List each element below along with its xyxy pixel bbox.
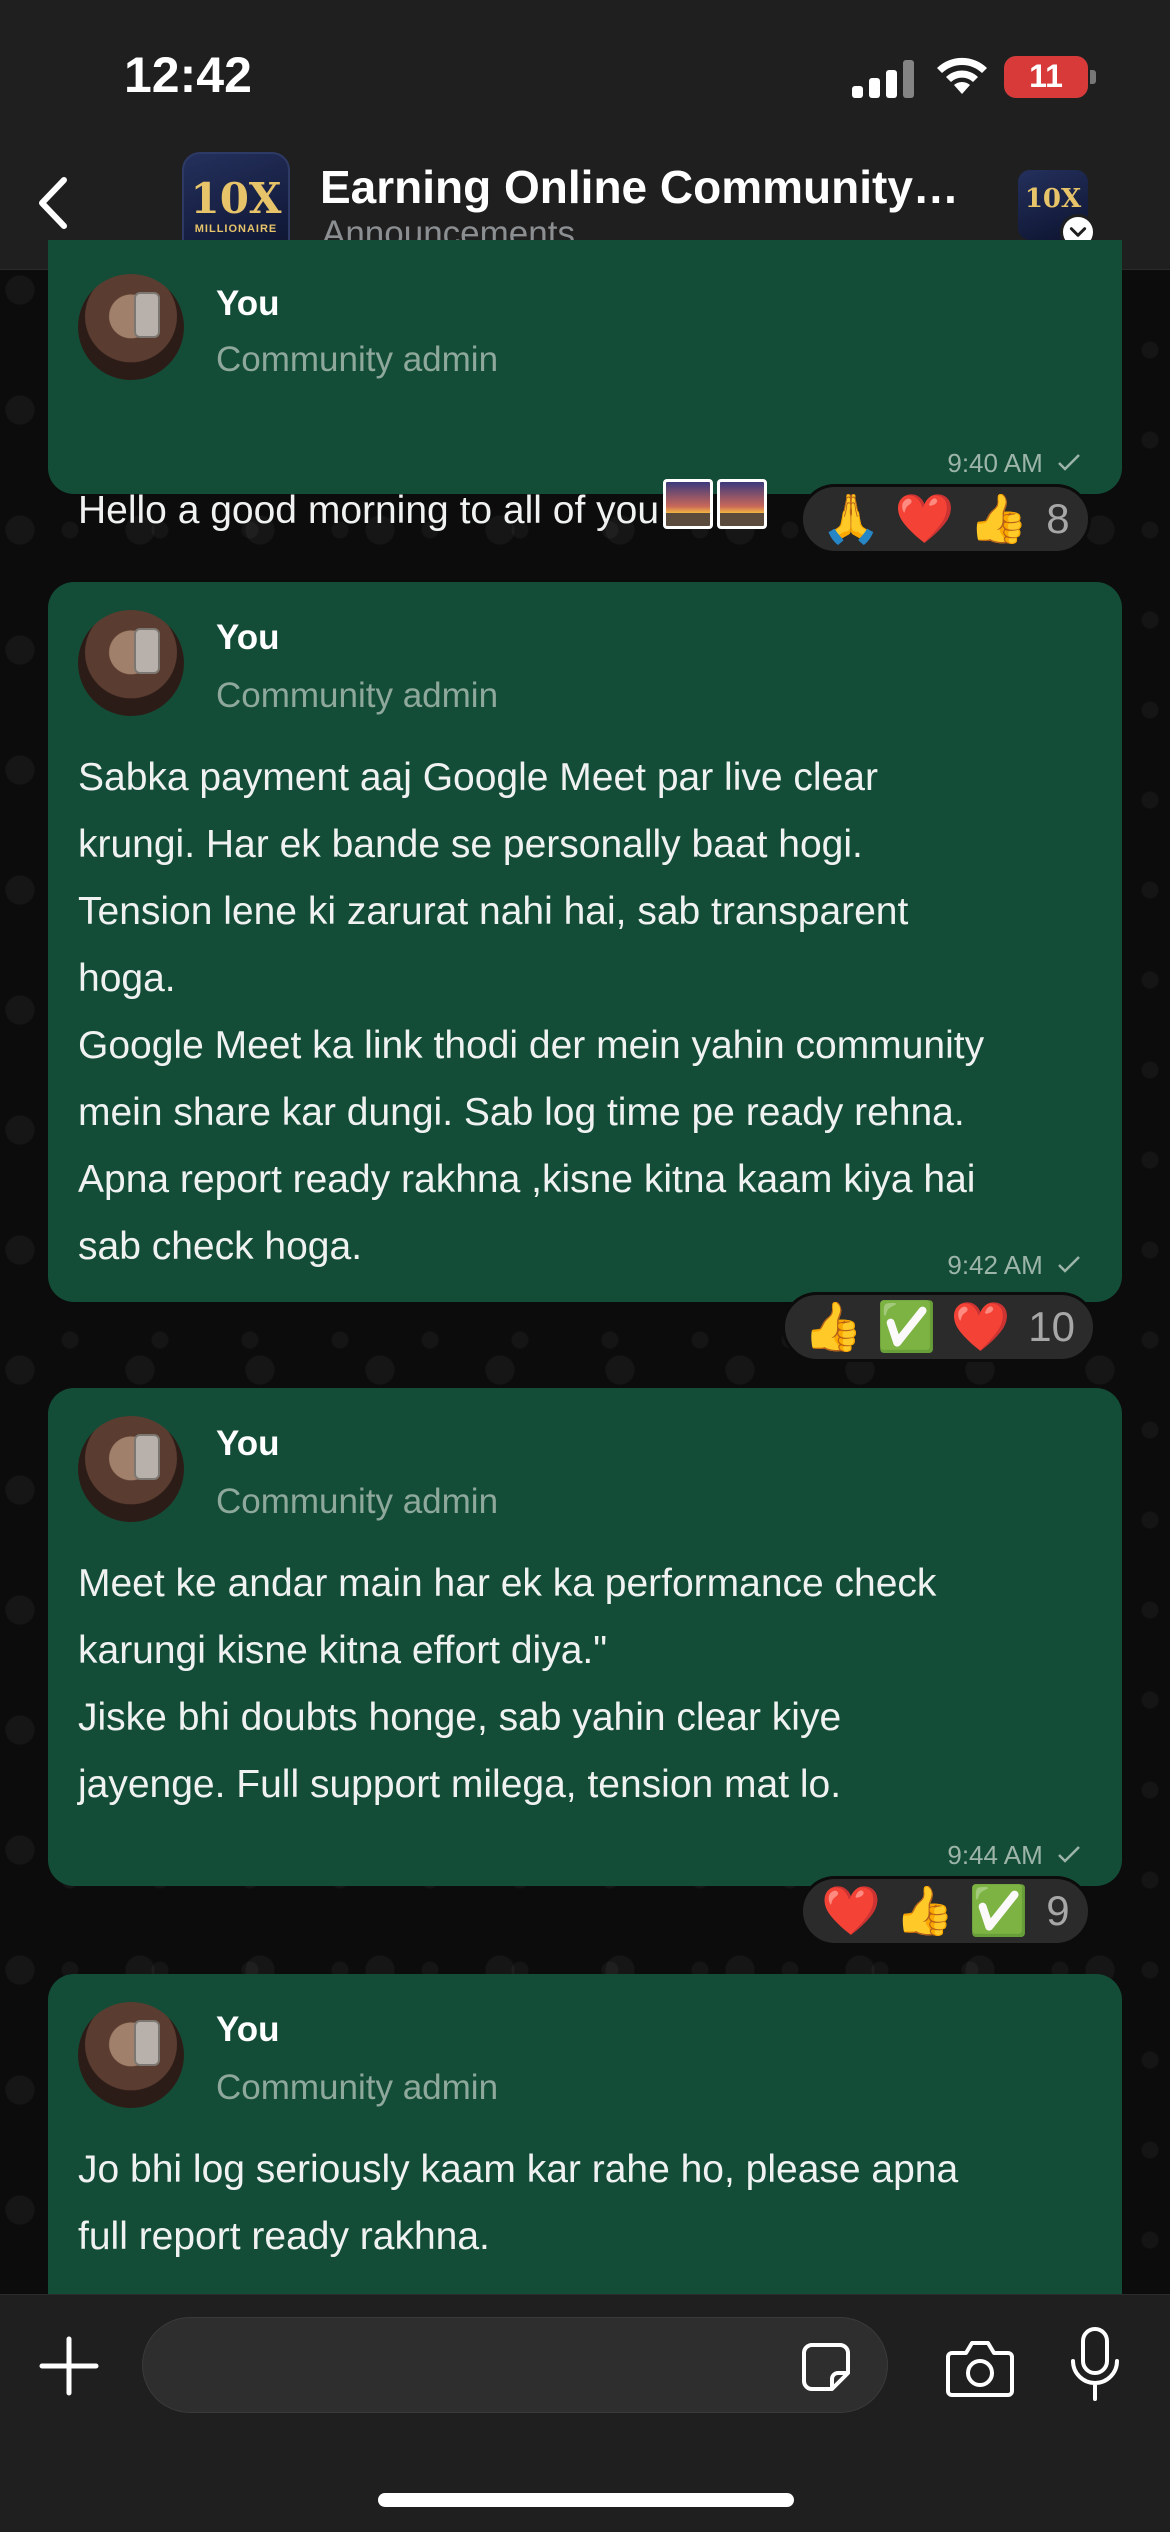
group-avatar-subtext: MILLIONAIRE [194, 223, 278, 235]
microphone-button[interactable] [1066, 2325, 1124, 2407]
message-time: 9:44 AM [947, 1840, 1043, 1870]
sender-avatar[interactable] [78, 274, 184, 380]
message-time: 9:40 AM [947, 448, 1043, 478]
chat-title[interactable]: Earning Online Community… [320, 160, 980, 214]
message-text-content: Hello a good morning to all of you [78, 489, 660, 532]
reactions-pill[interactable]: 👍 ✅ ❤️ 10 [782, 1292, 1097, 1362]
sender-role: Community admin [216, 2068, 499, 2107]
message-bubble[interactable]: You Community admin Meet ke andar main h… [48, 1388, 1122, 1886]
compose-bar [0, 2294, 1170, 2532]
reaction-emoji: 🙏 [821, 491, 881, 547]
reaction-count: 8 [1046, 495, 1070, 542]
sender-name: You [216, 618, 280, 657]
status-time: 12:42 [124, 47, 252, 103]
cellular-signal-icon [852, 58, 916, 98]
reaction-emoji: ❤️ [894, 491, 955, 547]
message-text: Jo bhi log seriously kaam kar rahe ho, p… [78, 2148, 959, 2258]
reaction-emoji: 👍 [968, 491, 1029, 547]
message-bubble[interactable]: You Community admin Hello a good morning… [48, 240, 1122, 532]
message-meta: 9:40 AM [947, 448, 1082, 479]
battery-icon: 11 [1004, 56, 1088, 98]
battery-cap [1090, 70, 1096, 84]
sender-avatar[interactable] [78, 2002, 184, 2108]
sender-role: Community admin [216, 676, 499, 715]
sender-role: Community admin [216, 1482, 499, 1521]
sent-check-icon [1058, 454, 1080, 471]
message-meta: 9:44 AM [947, 1840, 1082, 1871]
sticker-button[interactable] [798, 2339, 854, 2395]
message-bubble[interactable]: You Community admin Sabka payment aaj Go… [48, 582, 1122, 1302]
sender-name: You [216, 284, 280, 323]
reaction-emoji: ❤️ [821, 1883, 881, 1939]
battery-level: 11 [1029, 58, 1063, 94]
reactions-pill[interactable]: 🙏 ❤️ 👍 8 [800, 484, 1091, 554]
reaction-emoji: ❤️ [950, 1299, 1011, 1355]
message-time: 9:42 AM [947, 1250, 1043, 1280]
chat-screen: 12:42 11 10X MILLIONAIRE Earning Online … [0, 0, 1170, 2532]
reaction-emoji: 👍 [803, 1299, 863, 1355]
back-button[interactable] [20, 168, 90, 238]
reaction-emoji: 👍 [894, 1883, 955, 1939]
reaction-count: 9 [1046, 1887, 1070, 1934]
reaction-emoji: ✅ [968, 1883, 1029, 1939]
sender-avatar[interactable] [78, 610, 184, 716]
message-input[interactable] [142, 2317, 888, 2413]
reactions-pill[interactable]: ❤️ 👍 ✅ 9 [800, 1876, 1091, 1946]
sender-role: Community admin [216, 340, 499, 379]
sender-avatar[interactable] [78, 1416, 184, 1522]
home-indicator[interactable] [378, 2493, 794, 2507]
sunrise-emoji-icon [663, 479, 714, 529]
message-meta: 9:42 AM [947, 1250, 1082, 1281]
community-avatar-text: 10X [1024, 184, 1082, 214]
status-bar: 12:42 11 [0, 0, 1170, 140]
sender-name: You [216, 2010, 280, 2049]
message-text: Meet ke andar main har ek ka performance… [78, 1562, 937, 1806]
sent-check-icon [1058, 1846, 1080, 1863]
reaction-count: 10 [1028, 1303, 1076, 1350]
sent-check-icon [1058, 1256, 1080, 1273]
group-avatar-logo-text: 10X [190, 174, 282, 223]
reaction-emoji: ✅ [876, 1299, 937, 1355]
message-text: Sabka payment aaj Google Meet par live c… [78, 756, 985, 1268]
wifi-icon [937, 57, 987, 94]
sunrise-emoji-icon [717, 479, 768, 529]
community-switch-button[interactable]: 10X [1018, 170, 1096, 250]
sender-name: You [216, 1424, 280, 1463]
attach-plus-button[interactable] [36, 2333, 102, 2399]
camera-button[interactable] [944, 2337, 1016, 2399]
